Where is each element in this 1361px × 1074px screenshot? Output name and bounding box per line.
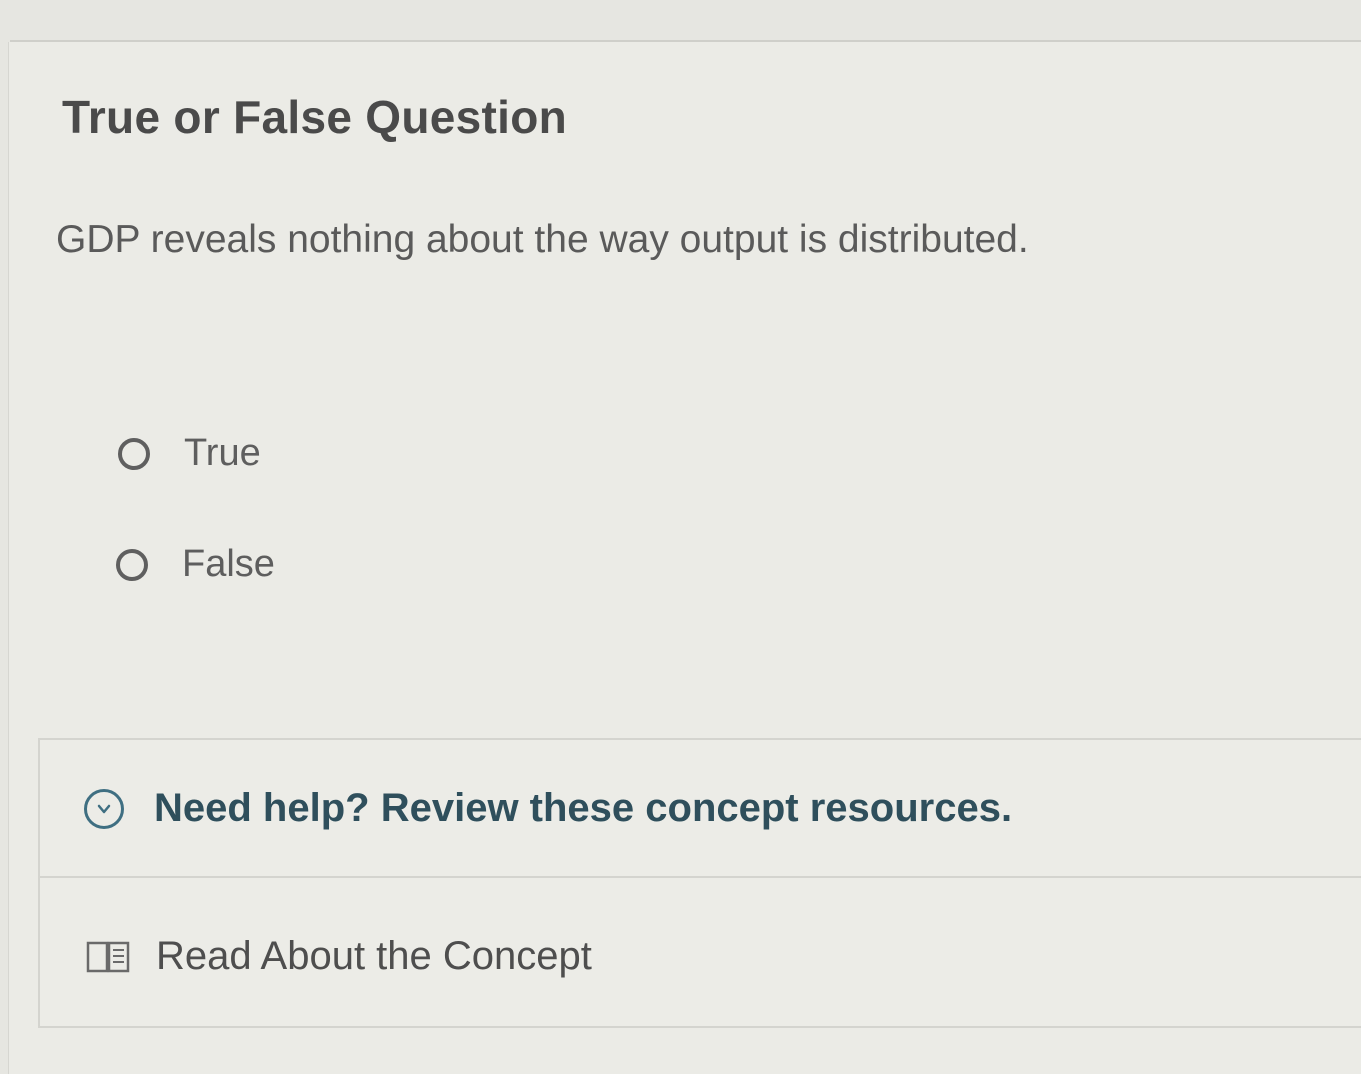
help-panel: Need help? Review these concept resource…: [38, 738, 1361, 1028]
option-true-label: True: [184, 432, 261, 474]
help-divider: [40, 876, 1361, 878]
help-toggle-label[interactable]: Need help? Review these concept resource…: [154, 786, 1012, 831]
radio-false[interactable]: [116, 548, 148, 581]
question-title: True or False Question: [62, 91, 568, 143]
read-about-concept-link[interactable]: Read About the Concept: [86, 934, 592, 979]
chevron-down-icon[interactable]: [84, 788, 124, 829]
option-true[interactable]: True: [118, 432, 261, 475]
radio-true[interactable]: [118, 437, 150, 470]
option-false-label: False: [182, 543, 275, 585]
read-about-concept-label[interactable]: Read About the Concept: [156, 934, 592, 979]
question-prompt: GDP reveals nothing about the way output…: [56, 218, 1029, 261]
book-icon: [86, 941, 130, 972]
option-false[interactable]: False: [116, 543, 275, 586]
help-toggle[interactable]: Need help? Review these concept resource…: [84, 786, 1012, 831]
